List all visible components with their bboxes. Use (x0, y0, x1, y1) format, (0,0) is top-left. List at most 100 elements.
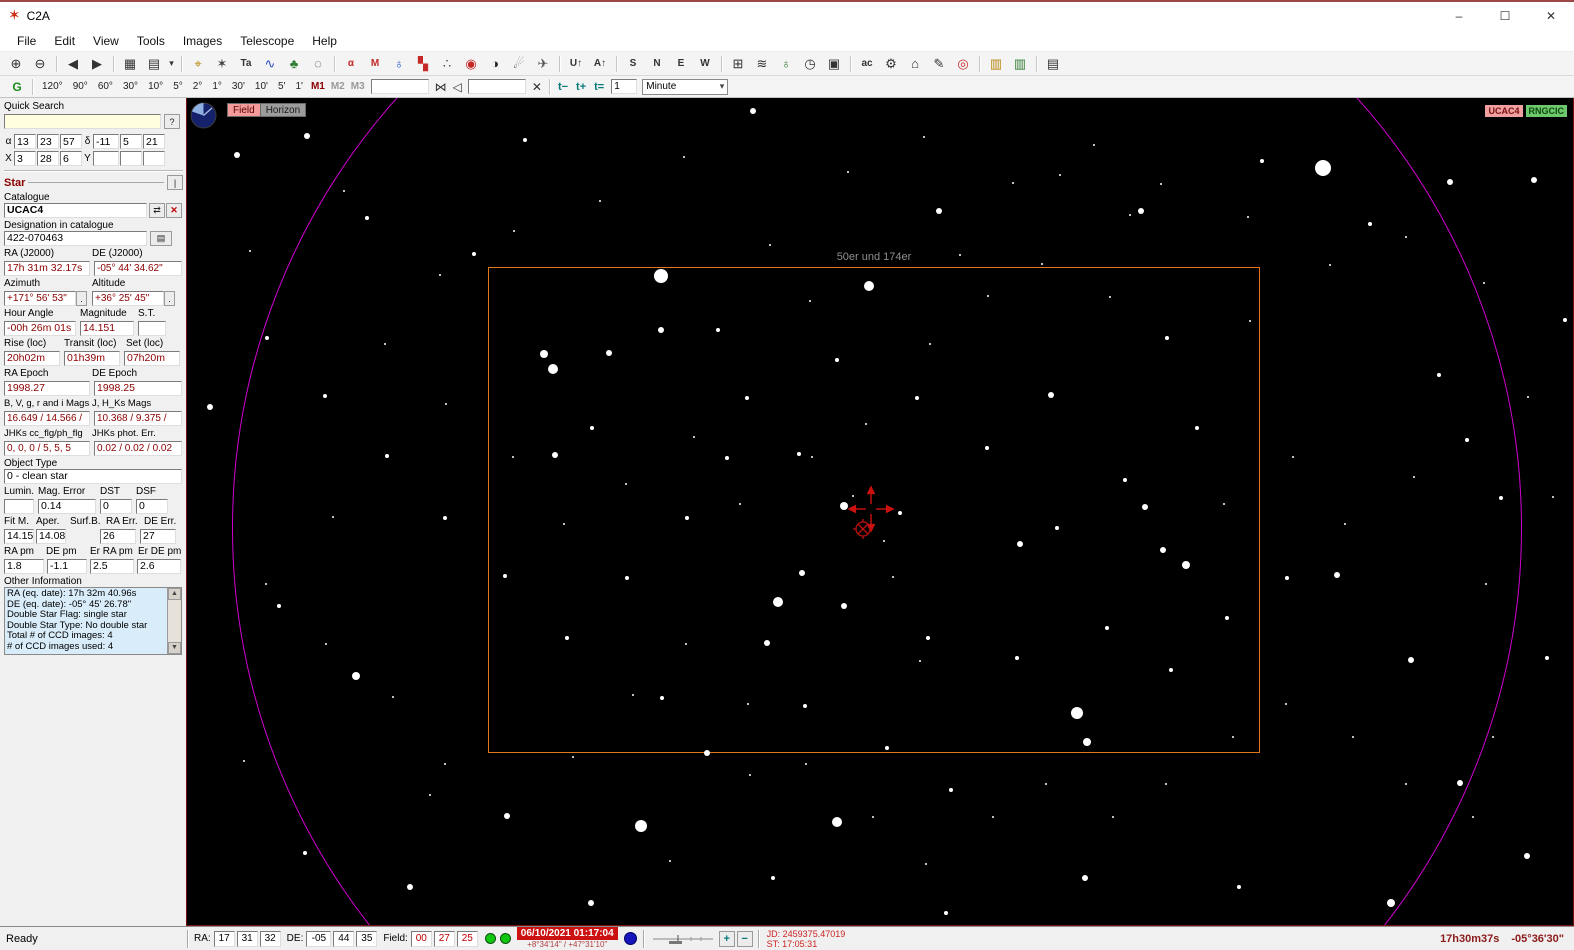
status-field-d-input[interactable] (410, 930, 432, 947)
star[interactable] (799, 570, 805, 576)
star[interactable] (1195, 426, 1199, 430)
windows-layout-icon[interactable]: ▣ (823, 54, 845, 74)
star[interactable] (1237, 885, 1241, 889)
star[interactable] (1352, 736, 1354, 738)
fov-button-10deg[interactable]: 10° (144, 79, 167, 94)
star[interactable] (243, 760, 245, 762)
star[interactable] (992, 816, 994, 818)
star[interactable] (805, 763, 807, 765)
star[interactable] (512, 456, 514, 458)
status-de-d-input[interactable] (306, 930, 332, 947)
star[interactable] (1563, 318, 1567, 322)
x3-input[interactable] (60, 151, 82, 166)
satellite-display-icon[interactable]: ✈ (532, 54, 554, 74)
star[interactable] (835, 358, 839, 362)
star[interactable] (265, 336, 269, 340)
de-degrees-input[interactable] (93, 134, 119, 149)
pencil-edit-icon[interactable]: ✎ (928, 54, 950, 74)
menu-view[interactable]: View (84, 34, 128, 48)
star[interactable] (1285, 703, 1287, 705)
star[interactable] (625, 483, 627, 485)
star[interactable] (563, 523, 565, 525)
fov-button-2deg[interactable]: 2° (189, 79, 207, 94)
star[interactable] (1249, 320, 1251, 322)
maximize-button[interactable]: ☐ (1482, 2, 1528, 30)
star[interactable] (1232, 736, 1234, 738)
star[interactable] (343, 190, 345, 192)
star[interactable] (883, 540, 885, 542)
star[interactable] (944, 911, 948, 915)
star[interactable] (1109, 296, 1111, 298)
star[interactable] (865, 423, 867, 425)
star[interactable] (1437, 373, 1441, 377)
marker1-button[interactable]: M1 (311, 81, 325, 92)
star[interactable] (769, 244, 771, 246)
star[interactable] (1499, 496, 1503, 500)
menu-images[interactable]: Images (174, 34, 231, 48)
earth-globe-green-icon[interactable]: ♁ (775, 54, 797, 74)
star[interactable] (392, 696, 394, 698)
ra-minutes-input[interactable] (37, 134, 59, 149)
star[interactable] (1105, 626, 1109, 630)
star[interactable] (898, 511, 902, 515)
star[interactable] (1247, 216, 1249, 218)
y3-input[interactable] (143, 151, 165, 166)
status-field-s-input[interactable] (456, 930, 478, 947)
star[interactable] (929, 343, 931, 345)
star[interactable] (234, 152, 240, 158)
star[interactable] (1405, 783, 1407, 785)
fov-button-10min[interactable]: 10' (251, 79, 272, 94)
star[interactable] (1413, 476, 1415, 478)
star[interactable] (632, 694, 634, 696)
star-cluster-icon[interactable]: ∴ (436, 54, 458, 74)
star[interactable] (685, 516, 689, 520)
star[interactable] (840, 502, 848, 510)
fov-button-5min[interactable]: 5' (274, 79, 289, 94)
star[interactable] (693, 436, 695, 438)
datetime-display[interactable]: 06/10/2021 01:17:04 +8°34'14" / +47°31'1… (516, 927, 618, 950)
star[interactable] (1182, 561, 1190, 569)
quick-search-help-button[interactable]: ? (164, 114, 180, 129)
time-minus-button[interactable]: t− (558, 81, 568, 93)
star-chart[interactable]: 50er und 174er Field Horizon UCAC4 RNGCI… (186, 98, 1574, 926)
star[interactable] (1012, 182, 1014, 184)
status-led-green-1[interactable] (484, 933, 496, 944)
star[interactable] (959, 254, 961, 256)
star[interactable] (739, 503, 741, 505)
star[interactable] (540, 350, 548, 358)
fov-button-120deg[interactable]: 120° (38, 79, 67, 94)
orientation-compass-icon[interactable] (190, 102, 217, 129)
star[interactable] (1112, 816, 1114, 818)
star[interactable] (523, 138, 527, 142)
star[interactable] (1472, 816, 1474, 818)
status-ra-m-input[interactable] (236, 930, 258, 947)
menu-tools[interactable]: Tools (128, 34, 174, 48)
star[interactable] (1405, 236, 1407, 238)
earth-map-icon[interactable]: ♁ (388, 54, 410, 74)
star[interactable] (445, 403, 447, 405)
star[interactable] (1483, 282, 1485, 284)
star[interactable] (852, 495, 854, 497)
step-plus-button[interactable]: + (718, 930, 735, 947)
star[interactable] (1055, 526, 1059, 530)
star[interactable] (771, 876, 775, 880)
star[interactable] (1165, 783, 1167, 785)
star[interactable] (683, 156, 685, 158)
horizon-landscape-icon[interactable]: ♣ (283, 54, 305, 74)
previous-view-icon[interactable]: ◀ (62, 54, 84, 74)
star[interactable] (548, 364, 558, 374)
star[interactable] (588, 900, 594, 906)
time-step-unit-select[interactable]: Minute ▾ (642, 78, 729, 95)
observatory-dome-icon[interactable]: ⌂ (904, 54, 926, 74)
star[interactable] (1260, 159, 1264, 163)
quick-search-input[interactable] (4, 114, 161, 129)
star[interactable] (1387, 899, 1395, 907)
star[interactable] (745, 396, 749, 400)
fov-button-30deg[interactable]: 30° (119, 79, 142, 94)
star[interactable] (590, 426, 594, 430)
star[interactable] (1082, 875, 1088, 881)
printer-icon[interactable]: ▤ (1042, 54, 1064, 74)
position-angle-input[interactable] (467, 79, 526, 94)
star[interactable] (439, 274, 441, 276)
star[interactable] (625, 576, 629, 580)
